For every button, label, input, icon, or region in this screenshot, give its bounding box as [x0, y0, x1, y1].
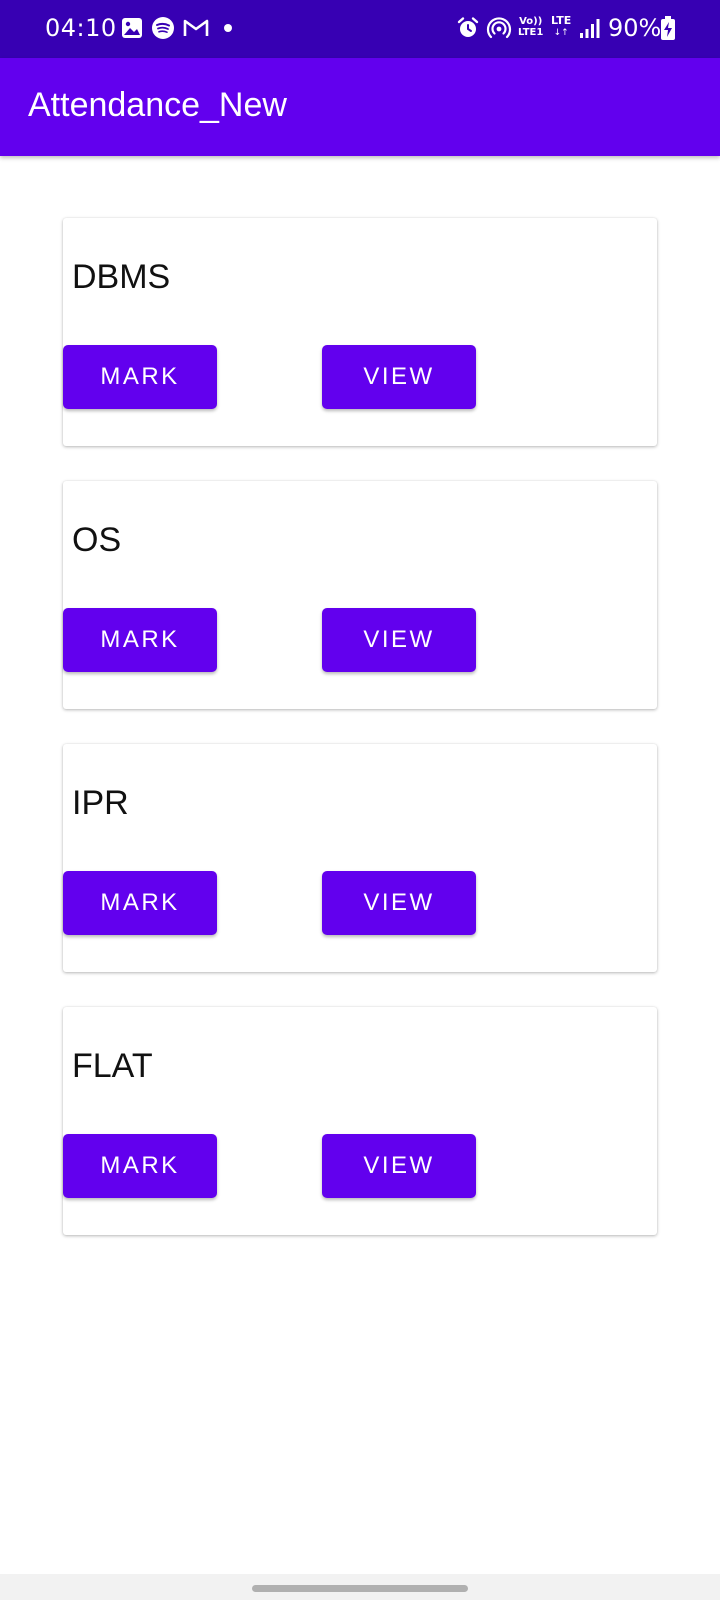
subject-name: DBMS: [72, 258, 171, 296]
alarm-icon: [457, 17, 479, 37]
home-gesture-handle[interactable]: [252, 1585, 468, 1592]
gmail-icon: [183, 19, 209, 36]
status-bar: 04:10 Vo)) LTE1 LTE ↓↑ 90%: [0, 0, 720, 58]
subject-name: OS: [72, 521, 122, 559]
subject-card-flat: FLAT MARK VIEW: [63, 1007, 657, 1235]
mark-button[interactable]: MARK: [63, 871, 217, 935]
subject-card-ipr: IPR MARK VIEW: [63, 744, 657, 972]
battery-percent: 90%: [608, 14, 662, 42]
subject-card-os: OS MARK VIEW: [63, 481, 657, 709]
app-bar: Attendance_New: [0, 58, 720, 156]
gallery-icon: [122, 18, 142, 38]
signal-icon: [580, 19, 600, 38]
notification-dot: [224, 24, 232, 32]
mark-button[interactable]: MARK: [63, 345, 217, 409]
hotspot-icon: [486, 17, 512, 39]
view-button[interactable]: VIEW: [322, 871, 476, 935]
status-time: 04:10: [45, 14, 117, 42]
mark-button[interactable]: MARK: [63, 608, 217, 672]
view-button[interactable]: VIEW: [322, 345, 476, 409]
subject-name: FLAT: [72, 1047, 153, 1085]
navigation-bar: [0, 1574, 720, 1600]
view-button[interactable]: VIEW: [322, 608, 476, 672]
app-title: Attendance_New: [28, 86, 287, 124]
subject-card-dbms: DBMS MARK VIEW: [63, 218, 657, 446]
subject-name: IPR: [72, 784, 129, 822]
view-button[interactable]: VIEW: [322, 1134, 476, 1198]
battery-charging-icon: [661, 16, 675, 40]
volte-indicator: Vo)) LTE1: [518, 16, 544, 38]
mark-button[interactable]: MARK: [63, 1134, 217, 1198]
lte-indicator: LTE ↓↑: [551, 14, 572, 39]
spotify-icon: [152, 17, 174, 39]
